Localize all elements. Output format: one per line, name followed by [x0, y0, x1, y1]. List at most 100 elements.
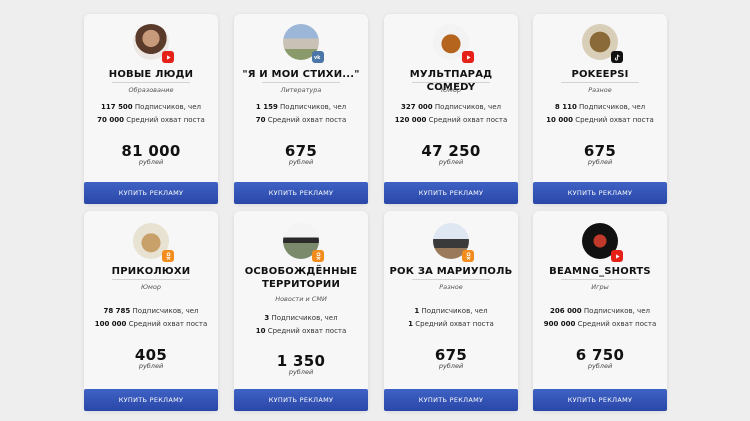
channel-card: МУЛЬТПАРАД COMEDY Юмор 327 000 Подписчик… — [384, 14, 518, 204]
channel-avatar[interactable] — [582, 223, 623, 262]
subscribers-value: 1 159 — [255, 103, 278, 111]
reach-stat: 100 000 Средний охват поста — [84, 320, 218, 328]
reach-value: 10 000 — [546, 116, 573, 124]
reach-stat: 10 Средний охват поста — [234, 327, 368, 335]
channel-avatar[interactable] — [133, 223, 174, 262]
price-unit: рублей — [288, 158, 314, 166]
channel-card: POKEEPSI Разное 8 110 Подписчиков, чел 1… — [533, 14, 667, 204]
reach-stat: 10 000 Средний охват поста — [533, 116, 667, 124]
price-unit: рублей — [138, 158, 164, 166]
subscribers-stat: 206 000 Подписчиков, чел — [533, 307, 667, 315]
channel-avatar[interactable] — [582, 24, 623, 63]
channel-avatar[interactable] — [433, 223, 474, 262]
channel-category: Юмор — [412, 82, 490, 94]
channel-title: ОСВОБОЖДЁННЫЕ ТЕРРИТОРИИ — [244, 266, 358, 290]
subscribers-value: 8 110 — [554, 103, 577, 111]
subscribers-label: Подписчиков, чел — [434, 103, 501, 111]
reach-value: 100 000 — [94, 320, 127, 328]
channel-card: ОСВОБОЖДЁННЫЕ ТЕРРИТОРИИ Новости и СМИ 3… — [234, 211, 368, 411]
price-unit: рублей — [438, 158, 464, 166]
channel-category: Разное — [412, 279, 490, 291]
buy-ad-button[interactable]: КУПИТЬ РЕКЛАМУ — [384, 389, 518, 411]
buy-ad-button[interactable]: КУПИТЬ РЕКЛАМУ — [384, 182, 518, 204]
odnoklassniki-icon — [162, 250, 174, 262]
channel-card: BEAMNG_SHORTS Игры 206 000 Подписчиков, … — [533, 211, 667, 411]
odnoklassniki-icon — [462, 250, 474, 262]
buy-ad-button[interactable]: КУПИТЬ РЕКЛАМУ — [234, 389, 368, 411]
channel-category: Юмор — [112, 279, 190, 291]
channel-category: Образование — [112, 82, 190, 94]
reach-label: Средний охват поста — [267, 327, 347, 335]
youtube-icon — [611, 250, 623, 262]
reach-stat: 70 Средний охват поста — [234, 116, 368, 124]
channel-card: ПРИКОЛЮХИ Юмор 78 785 Подписчиков, чел 1… — [84, 211, 218, 411]
subscribers-stat: 1 159 Подписчиков, чел — [234, 103, 368, 111]
buy-ad-button[interactable]: КУПИТЬ РЕКЛАМУ — [84, 389, 218, 411]
youtube-icon — [462, 51, 474, 63]
subscribers-stat: 327 000 Подписчиков, чел — [384, 103, 518, 111]
reach-label: Средний охват поста — [128, 320, 208, 328]
subscribers-label: Подписчиков, чел — [583, 307, 650, 315]
subscribers-value: 117 500 — [101, 103, 133, 111]
subscribers-label: Подписчиков, чел — [271, 314, 338, 322]
price-unit: рублей — [288, 368, 314, 376]
channel-card: РОК ЗА МАРИУПОЛЬ Разное 1 Подписчиков, ч… — [384, 211, 518, 411]
reach-label: Средний охват поста — [575, 116, 654, 124]
reach-label: Средний охват поста — [126, 116, 205, 124]
subscribers-stat: 78 785 Подписчиков, чел — [84, 307, 218, 315]
channel-grid: НОВЫЕ ЛЮДИ Образование 117 500 Подписчик… — [0, 0, 750, 421]
youtube-icon — [162, 51, 174, 63]
reach-value: 900 000 — [543, 320, 576, 328]
subscribers-label: Подписчиков, чел — [421, 307, 488, 315]
reach-stat: 70 000 Средний охват поста — [84, 116, 218, 124]
reach-value: 120 000 — [394, 116, 427, 124]
price-unit: рублей — [587, 158, 613, 166]
channel-avatar[interactable] — [433, 24, 474, 63]
subscribers-value: 1 — [414, 307, 420, 315]
reach-value: 70 000 — [97, 116, 124, 124]
channel-title: РОК ЗА МАРИУПОЛЬ — [389, 266, 513, 277]
price-unit: рублей — [138, 362, 164, 370]
subscribers-label: Подписчиков, чел — [280, 103, 347, 111]
buy-ad-button[interactable]: КУПИТЬ РЕКЛАМУ — [533, 182, 667, 204]
subscribers-value: 327 000 — [401, 103, 433, 111]
subscribers-label: Подписчиков, чел — [134, 103, 201, 111]
channel-avatar[interactable] — [283, 223, 324, 262]
reach-label: Средний охват поста — [267, 116, 347, 124]
channel-category: Игры — [561, 279, 639, 291]
reach-value: 1 — [408, 320, 414, 328]
subscribers-label: Подписчиков, чел — [579, 103, 646, 111]
reach-stat: 900 000 Средний охват поста — [533, 320, 667, 328]
subscribers-value: 78 785 — [103, 307, 131, 315]
channel-category: Разное — [561, 82, 639, 94]
reach-stat: 120 000 Средний охват поста — [384, 116, 518, 124]
price-unit: рублей — [587, 362, 613, 370]
channel-title: ПРИКОЛЮХИ — [111, 266, 191, 277]
reach-label: Средний охват поста — [415, 320, 494, 328]
channel-title: "Я И МОИ СТИХИ..." — [242, 69, 360, 80]
subscribers-stat: 1 Подписчиков, чел — [384, 307, 518, 315]
channel-title: BEAMNG_SHORTS — [549, 266, 651, 277]
buy-ad-button[interactable]: КУПИТЬ РЕКЛАМУ — [533, 389, 667, 411]
reach-value: 70 — [255, 116, 266, 124]
channel-title: НОВЫЕ ЛЮДИ — [108, 69, 194, 80]
channel-card: vk "Я И МОИ СТИХИ..." Литература 1 159 П… — [234, 14, 368, 204]
subscribers-label: Подписчиков, чел — [132, 307, 199, 315]
channel-category: Новости и СМИ — [275, 295, 327, 303]
reach-stat: 1 Средний охват поста — [384, 320, 518, 328]
channel-card: НОВЫЕ ЛЮДИ Образование 117 500 Подписчик… — [84, 14, 218, 204]
svg-text:vk: vk — [314, 55, 321, 60]
reach-value: 10 — [255, 327, 266, 335]
channel-avatar[interactable]: vk — [283, 24, 324, 63]
channel-avatar[interactable] — [133, 24, 174, 63]
subscribers-value: 206 000 — [550, 307, 582, 315]
subscribers-stat: 3 Подписчиков, чел — [234, 314, 368, 322]
channel-title: POKEEPSI — [571, 69, 629, 80]
buy-ad-button[interactable]: КУПИТЬ РЕКЛАМУ — [84, 182, 218, 204]
subscribers-stat: 8 110 Подписчиков, чел — [533, 103, 667, 111]
price-unit: рублей — [438, 362, 464, 370]
buy-ad-button[interactable]: КУПИТЬ РЕКЛАМУ — [234, 182, 368, 204]
channel-category: Литература — [262, 82, 340, 94]
subscribers-value: 3 — [264, 314, 270, 322]
odnoklassniki-icon — [312, 250, 324, 262]
